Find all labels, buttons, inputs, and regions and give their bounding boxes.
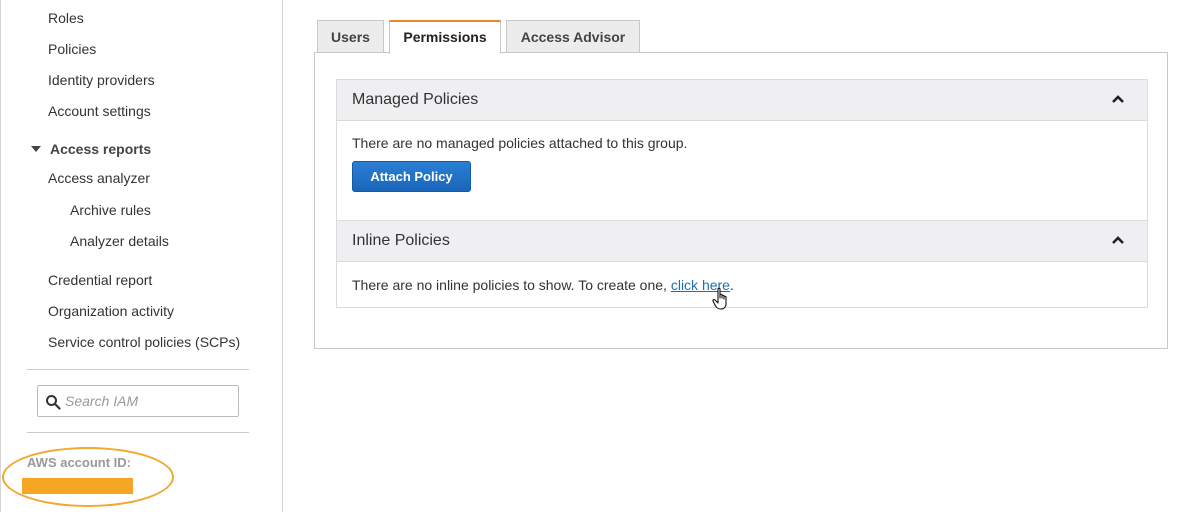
sidebar-item-archive-rules[interactable]: Archive rules	[70, 202, 151, 218]
search-icon	[46, 395, 61, 410]
sidebar-item-roles[interactable]: Roles	[48, 10, 84, 26]
inline-policies-message-row: There are no inline policies to show. To…	[352, 277, 734, 293]
sidebar: Roles Policies Identity providers Accoun…	[0, 0, 283, 512]
inline-policies-body: There are no inline policies to show. To…	[337, 262, 1147, 308]
chevron-up-icon[interactable]	[1111, 235, 1125, 245]
inline-policies-section: Inline Policies There are no inline poli…	[336, 220, 1148, 308]
sidebar-section-access-reports[interactable]: Access reports	[31, 141, 151, 157]
highlight-annotation	[2, 447, 174, 507]
search-input[interactable]	[65, 386, 235, 416]
search-box[interactable]	[37, 385, 239, 417]
tab-users[interactable]: Users	[317, 20, 384, 53]
permissions-panel: Managed Policies There are no managed po…	[314, 52, 1168, 349]
sidebar-item-identity-providers[interactable]: Identity providers	[48, 72, 155, 88]
sidebar-section-label: Access reports	[50, 141, 152, 157]
managed-policies-body: There are no managed policies attached t…	[337, 121, 1147, 221]
inline-policies-title: Inline Policies	[352, 232, 450, 249]
managed-policies-message: There are no managed policies attached t…	[352, 135, 688, 151]
divider	[27, 432, 249, 433]
attach-policy-button[interactable]: Attach Policy	[352, 161, 471, 192]
sidebar-item-policies[interactable]: Policies	[48, 41, 96, 57]
sidebar-item-credential-report[interactable]: Credential report	[48, 272, 152, 288]
tab-access-advisor[interactable]: Access Advisor	[506, 20, 640, 53]
sidebar-item-account-settings[interactable]: Account settings	[48, 103, 151, 119]
inline-policies-header[interactable]: Inline Policies	[337, 221, 1147, 262]
tab-permissions[interactable]: Permissions	[389, 20, 501, 54]
chevron-up-icon[interactable]	[1111, 94, 1125, 104]
managed-policies-section: Managed Policies There are no managed po…	[336, 79, 1148, 221]
inline-policies-message: There are no inline policies to show. To…	[352, 277, 667, 293]
sidebar-item-analyzer-details[interactable]: Analyzer details	[70, 233, 169, 249]
sidebar-item-organization-activity[interactable]: Organization activity	[48, 303, 174, 319]
managed-policies-header[interactable]: Managed Policies	[337, 80, 1147, 121]
caret-down-icon	[31, 146, 41, 153]
divider	[27, 369, 249, 370]
sidebar-item-access-analyzer[interactable]: Access analyzer	[48, 170, 150, 186]
sidebar-item-scps[interactable]: Service control policies (SCPs)	[48, 334, 240, 350]
managed-policies-title: Managed Policies	[352, 91, 479, 108]
hand-cursor-icon	[712, 287, 727, 310]
